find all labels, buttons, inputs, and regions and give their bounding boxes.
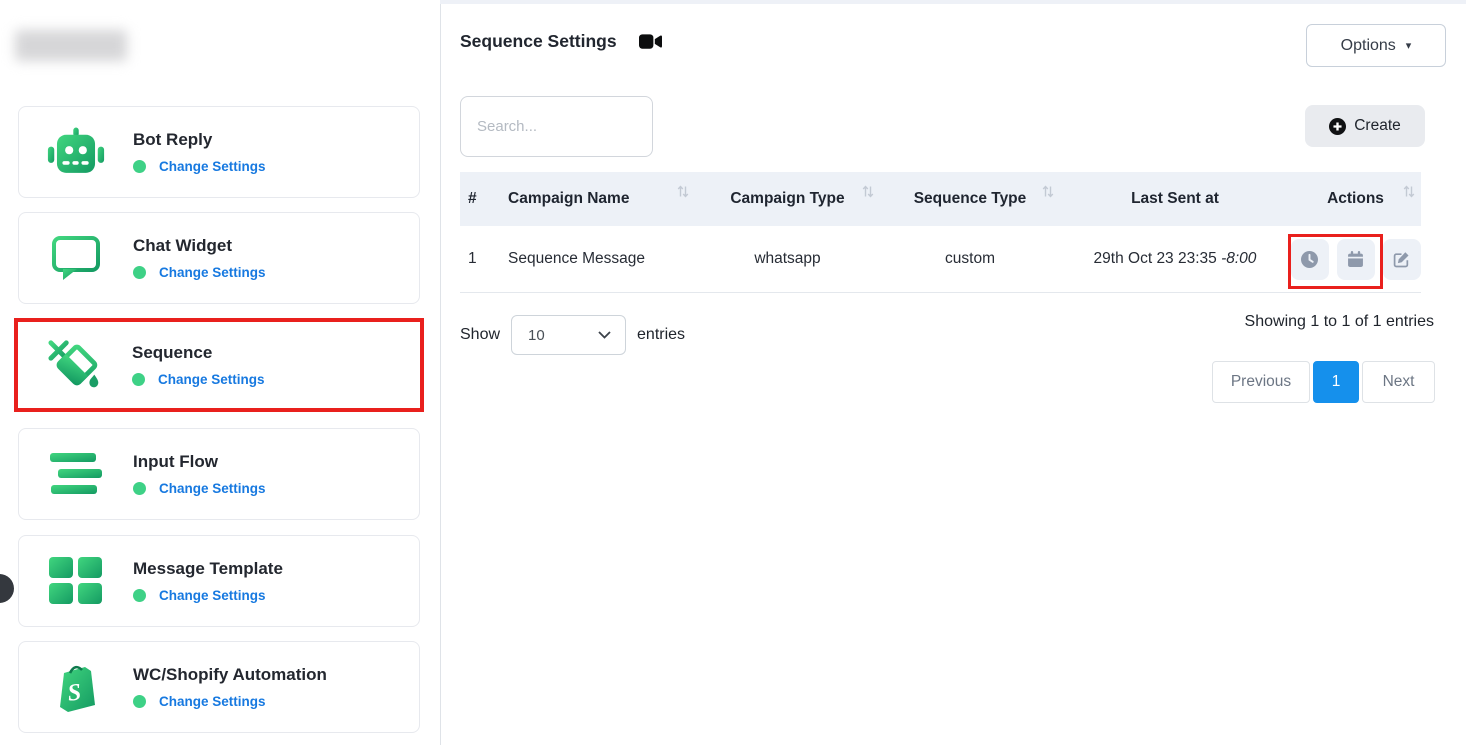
- change-settings-link[interactable]: Change Settings: [159, 159, 266, 174]
- sidebar-item-label: Message Template: [133, 559, 283, 579]
- sidebar-divider: [440, 4, 441, 745]
- sidebar-item-label: Input Flow: [133, 452, 266, 472]
- shopify-bag-icon: S: [45, 658, 107, 716]
- sort-icon[interactable]: [1403, 185, 1415, 203]
- page-size-select[interactable]: 10: [511, 315, 626, 355]
- table-row: 1 Sequence Message whatsapp custom 29th …: [460, 226, 1421, 293]
- sidebar-item-wc-shopify[interactable]: S WC/Shopify Automation Change Settings: [18, 641, 420, 733]
- col-actions[interactable]: Actions: [1290, 172, 1421, 226]
- change-settings-link[interactable]: Change Settings: [159, 265, 266, 280]
- sidebar-item-label: WC/Shopify Automation: [133, 665, 327, 685]
- sidebar: Bot Reply Change Settings Chat Widget Ch…: [0, 0, 440, 745]
- change-settings-link[interactable]: Change Settings: [159, 694, 266, 709]
- chat-bubble-icon: [45, 229, 107, 287]
- svg-text:S: S: [66, 679, 82, 706]
- list-bars-icon: [45, 445, 107, 503]
- status-dot: [132, 373, 145, 386]
- col-campaign-type[interactable]: Campaign Type: [695, 172, 880, 226]
- sort-icon[interactable]: [862, 185, 874, 203]
- row-index: 1: [460, 250, 500, 268]
- page-size-value: 10: [528, 327, 545, 344]
- status-dot: [133, 266, 146, 279]
- campaign-type-cell: whatsapp: [695, 250, 880, 268]
- entries-label: entries: [637, 326, 685, 344]
- change-settings-link[interactable]: Change Settings: [159, 588, 266, 603]
- current-page-button[interactable]: 1: [1313, 361, 1359, 403]
- next-page-button[interactable]: Next: [1362, 361, 1435, 403]
- previous-page-button[interactable]: Previous: [1212, 361, 1310, 403]
- col-campaign-name[interactable]: Campaign Name: [500, 172, 695, 226]
- create-label: Create: [1354, 117, 1401, 135]
- video-camera-icon[interactable]: [639, 33, 662, 50]
- status-dot: [133, 695, 146, 708]
- actions-cell: [1290, 239, 1421, 280]
- sidebar-item-bot-reply[interactable]: Bot Reply Change Settings: [18, 106, 420, 198]
- plus-circle-icon: [1329, 118, 1346, 135]
- create-button[interactable]: Create: [1305, 105, 1425, 147]
- grid-squares-icon: [45, 552, 107, 610]
- show-label: Show: [460, 326, 500, 344]
- table-header-row: # Campaign Name Campaign Type Sequence T…: [460, 172, 1421, 226]
- caret-down-icon: ▾: [1406, 39, 1412, 52]
- sidebar-item-label: Bot Reply: [133, 130, 266, 150]
- blurred-logo: [15, 30, 127, 61]
- chevron-down-icon: [598, 331, 611, 339]
- sidebar-item-input-flow[interactable]: Input Flow Change Settings: [18, 428, 420, 520]
- sidebar-item-label: Chat Widget: [133, 236, 266, 256]
- schedule-clock-button[interactable]: [1291, 239, 1329, 280]
- calendar-button[interactable]: [1337, 239, 1375, 280]
- change-settings-link[interactable]: Change Settings: [158, 372, 265, 387]
- sidebar-item-sequence[interactable]: Sequence Change Settings: [18, 322, 420, 408]
- status-dot: [133, 589, 146, 602]
- change-settings-link[interactable]: Change Settings: [159, 481, 266, 496]
- col-last-sent-at: Last Sent at: [1060, 172, 1290, 226]
- campaign-name-cell: Sequence Message: [500, 250, 695, 268]
- col-sequence-type[interactable]: Sequence Type: [880, 172, 1060, 226]
- floating-widget-peek[interactable]: [0, 574, 14, 603]
- col-index: #: [460, 172, 500, 226]
- pagination: Previous 1 Next: [1212, 361, 1435, 403]
- last-sent-date: 29th Oct 23 23:35: [1094, 250, 1222, 267]
- entries-bar: Show 10 entries: [460, 315, 685, 355]
- status-dot: [133, 160, 146, 173]
- paint-bucket-icon: [44, 336, 106, 394]
- search-input[interactable]: [460, 96, 653, 157]
- robot-icon: [45, 123, 107, 181]
- sequence-highlight-box: Sequence Change Settings: [14, 318, 424, 412]
- last-sent-timezone: -8:00: [1221, 250, 1256, 267]
- showing-entries-text: Showing 1 to 1 of 1 entries: [1245, 313, 1434, 331]
- sidebar-item-message-template[interactable]: Message Template Change Settings: [18, 535, 420, 627]
- options-label: Options: [1341, 37, 1396, 55]
- sort-icon[interactable]: [1042, 185, 1054, 203]
- page-title: Sequence Settings: [460, 31, 617, 52]
- options-button[interactable]: Options ▾: [1306, 24, 1446, 67]
- sidebar-item-label: Sequence: [132, 343, 265, 363]
- sequence-type-cell: custom: [880, 250, 1060, 268]
- status-dot: [133, 482, 146, 495]
- edit-button[interactable]: [1383, 239, 1421, 280]
- sort-icon[interactable]: [677, 185, 689, 203]
- last-sent-at-cell: 29th Oct 23 23:35 -8:00: [1060, 250, 1290, 268]
- sequence-table: # Campaign Name Campaign Type Sequence T…: [460, 172, 1421, 293]
- sidebar-item-chat-widget[interactable]: Chat Widget Change Settings: [18, 212, 420, 304]
